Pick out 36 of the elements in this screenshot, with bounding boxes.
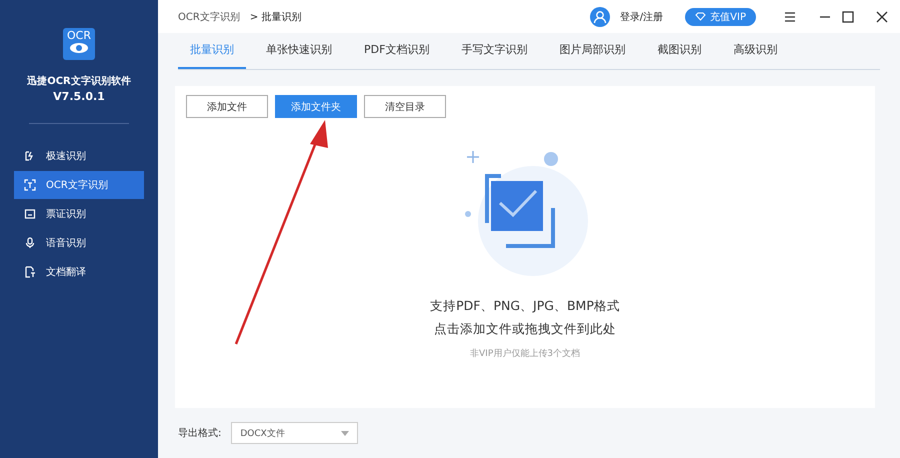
microphone-icon <box>24 237 36 249</box>
sidebar-item[interactable]: 语音识别 <box>14 229 144 257</box>
vip-limit-note: 非VIP用户仅能上传3个文档 <box>470 348 580 360</box>
ticket-icon <box>24 208 36 220</box>
tab[interactable]: 单张快速识别 <box>254 33 344 70</box>
scan-icon <box>24 179 36 191</box>
export-format-select[interactable]: DOCX文件 <box>231 422 358 444</box>
menu-icon[interactable] <box>784 10 796 23</box>
sidebar-item[interactable]: 票证识别 <box>14 200 144 228</box>
add-button[interactable]: 添加文件 <box>186 95 268 118</box>
tab[interactable]: 高级识别 <box>721 33 790 70</box>
breadcrumb-current: > 批量识别 <box>250 10 302 24</box>
tab[interactable]: 图片局部识别 <box>547 33 638 70</box>
add-button[interactable]: 添加文件夹 <box>275 95 357 118</box>
app-name: 迅捷OCR文字识别软件 <box>27 74 131 88</box>
supported-formats-text: 支持PDF、PNG、JPG、BMP格式 <box>430 298 620 316</box>
tab[interactable]: PDF文档识别 <box>352 33 442 70</box>
diamond-icon <box>695 12 706 22</box>
tab[interactable]: 手写文字识别 <box>449 33 540 70</box>
caret-icon <box>341 430 350 436</box>
sidebar-item[interactable]: 极速识别 <box>14 142 144 170</box>
document-icon <box>24 266 36 278</box>
add-button[interactable]: 清空目录 <box>364 95 446 118</box>
maximize-icon[interactable] <box>842 10 854 23</box>
lightning-icon <box>24 150 36 162</box>
export-format-label: 导出格式: <box>178 426 222 440</box>
login-link[interactable]: 登录/注册 <box>620 10 664 24</box>
user-avatar-icon[interactable] <box>590 6 610 27</box>
drop-hint-text: 点击添加文件或拖拽文件到此处 <box>434 321 616 338</box>
tab[interactable]: 截图识别 <box>645 33 714 70</box>
sidebar-item[interactable]: OCR文字识别 <box>14 171 144 199</box>
app-version: V7.5.0.1 <box>53 90 105 103</box>
breadcrumb-link[interactable]: OCR文字识别 <box>178 10 240 24</box>
sidebar-item[interactable]: 文档翻译 <box>14 258 144 286</box>
app-logo: OCR <box>63 28 95 60</box>
vip-button[interactable]: 充值VIP <box>685 8 756 26</box>
